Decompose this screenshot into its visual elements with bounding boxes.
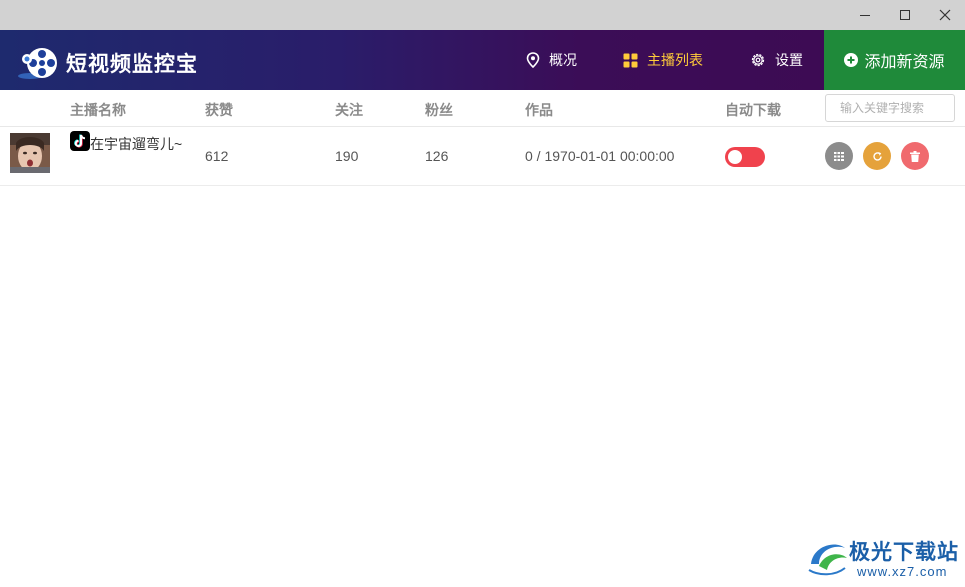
maximize-icon [900,10,910,20]
column-header-following: 关注 [335,102,363,118]
fans-cell: 126 [425,148,449,164]
add-button-label: 添加新资源 [864,54,945,71]
delete-button[interactable] [901,142,929,170]
refresh-button[interactable] [863,142,891,170]
watermark: 极光下载站 www.xz7.com [805,534,965,584]
auto-download-toggle[interactable] [725,147,765,167]
close-icon [939,9,951,21]
film-reel-logo-icon [18,48,57,79]
app-title: 短视频监控宝 [66,53,198,76]
nav-item-label: 主播列表 [647,52,703,68]
watermark-url: www.xz7.com [857,564,948,579]
column-header-works: 作品 [525,102,553,118]
column-header-auto-download: 自动下载 [725,102,781,118]
location-pin-icon [526,52,540,68]
nav-item-anchor-list[interactable]: 主播列表 [623,30,703,90]
likes-cell: 612 [205,148,229,164]
watermark-text: 极光下载站 [849,541,959,564]
column-header-likes: 获赞 [205,102,233,118]
app-header: 短视频监控宝 概况 主播列表 设置 添加新资源 [0,30,965,90]
minimize-button[interactable] [845,0,885,30]
anchor-name-cell: 在宇宙遛弯儿~ [70,131,190,155]
trash-icon [910,150,920,162]
following-cell: 190 [335,148,359,164]
gear-icon [751,53,765,67]
column-header-name: 主播名称 [70,102,126,118]
window-titlebar [0,0,965,30]
nav-item-label: 概况 [549,52,577,68]
close-button[interactable] [925,0,965,30]
nav-item-overview[interactable]: 概况 [526,30,577,90]
table-header: 主播名称 获赞 关注 粉丝 作品 自动下载 [0,90,965,127]
nav-item-label: 设置 [775,52,803,68]
table-row[interactable]: 在宇宙遛弯儿~ 612 190 126 0 / 1970-01-01 00:00… [0,127,965,186]
column-header-fans: 粉丝 [425,102,453,118]
grid-icon [623,53,638,67]
plus-circle-icon [844,53,859,67]
tiktok-icon [70,131,90,151]
avatar [10,133,50,173]
search-input[interactable] [825,94,955,122]
detail-button[interactable] [825,142,853,170]
works-cell: 0 / 1970-01-01 00:00:00 [525,148,675,164]
list-icon [834,151,844,161]
swirl-logo-icon [808,544,847,576]
maximize-button[interactable] [885,0,925,30]
add-new-resource-button[interactable]: 添加新资源 [824,30,965,90]
toggle-knob [728,150,742,164]
refresh-icon [872,151,882,161]
nav-item-settings[interactable]: 设置 [750,30,803,90]
anchor-name[interactable]: 在宇宙遛弯儿~ [90,136,182,152]
minimize-icon [860,15,870,16]
